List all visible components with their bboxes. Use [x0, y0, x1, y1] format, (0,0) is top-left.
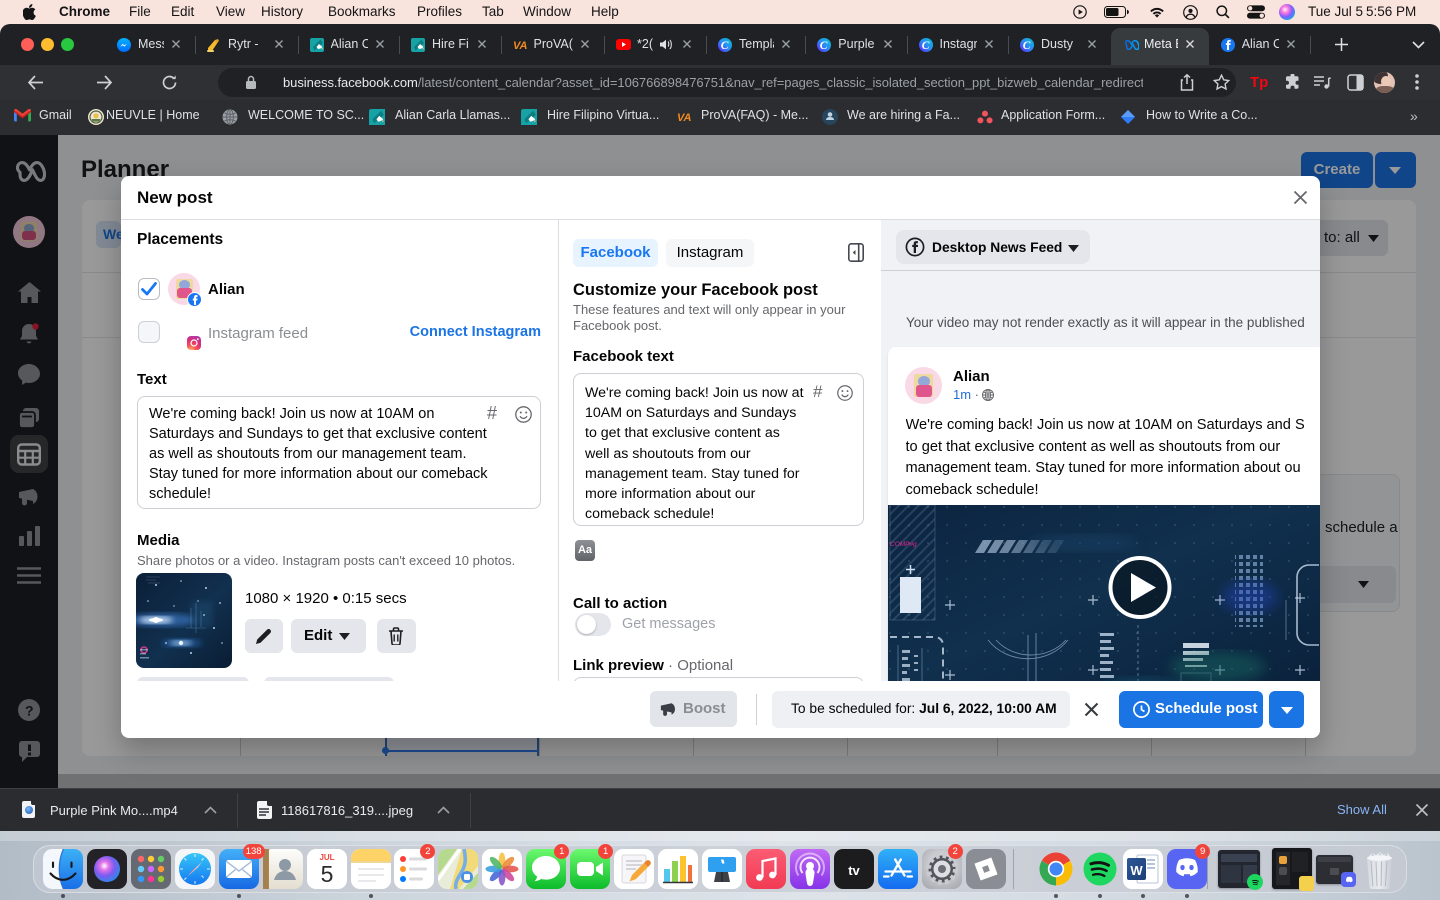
svg-text:COMP#g: COMP#g [890, 541, 917, 548]
svg-text:VA: VA [677, 112, 692, 123]
svg-text:W: W [1131, 863, 1144, 878]
svg-text:C: C [1023, 40, 1031, 52]
svg-text:C: C [820, 40, 828, 52]
svg-text:5: 5 [320, 861, 333, 887]
svg-text:VA: VA [513, 40, 528, 51]
svg-text:tv: tv [848, 863, 860, 878]
svg-text:C: C [921, 40, 929, 52]
svg-text:C: C [721, 40, 729, 52]
